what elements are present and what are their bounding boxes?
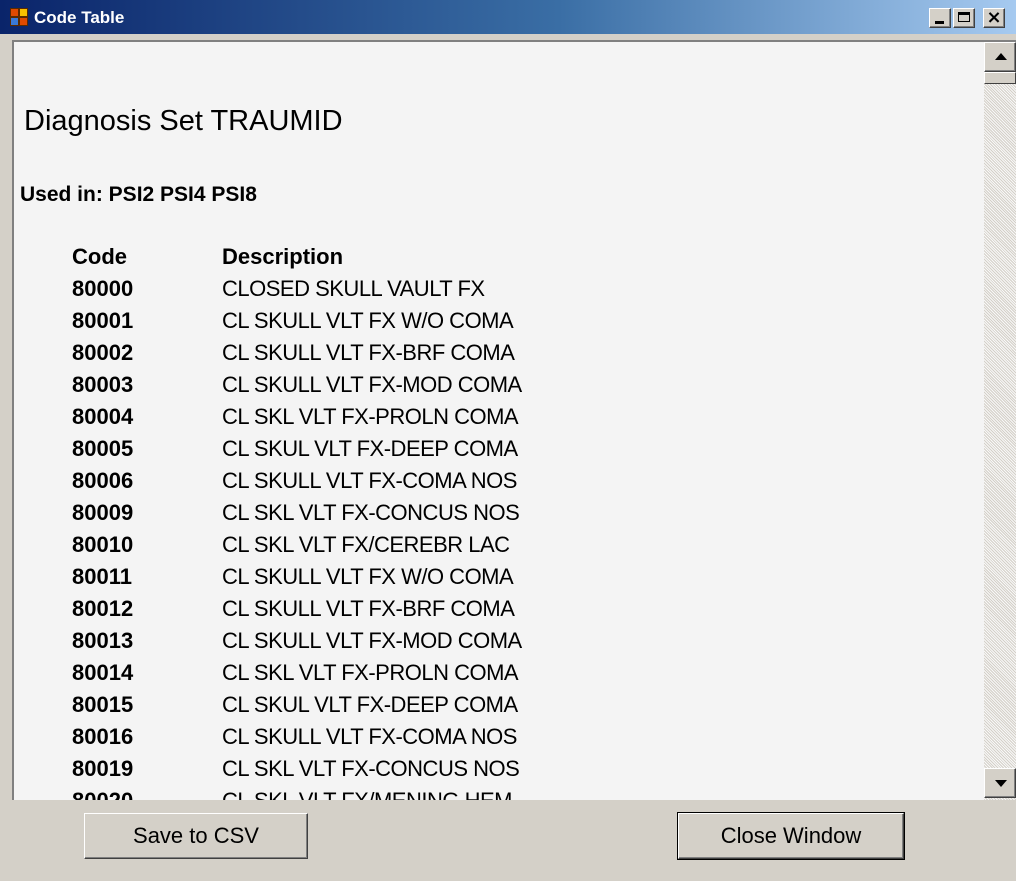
table-row: 80013 CL SKULL VLT FX-MOD COMA [72, 628, 972, 660]
used-in-label: Used in: PSI2 PSI4 PSI8 [20, 183, 257, 206]
row-description: CL SKULL VLT FX W/O COMA [222, 564, 514, 589]
row-code: 80001 [72, 308, 134, 333]
table-row: 80006 CL SKULL VLT FX-COMA NOS [72, 468, 972, 500]
close-icon: × [986, 7, 1002, 28]
row-code: 80015 [72, 692, 134, 717]
row-code: 80009 [72, 500, 134, 525]
row-code: 80000 [72, 276, 134, 301]
table-row: 80016 CL SKULL VLT FX-COMA NOS [72, 724, 972, 756]
save-to-csv-button[interactable]: Save to CSV [84, 813, 308, 859]
row-description: CL SKL VLT FX/MENING HEM [222, 788, 512, 800]
row-code: 80010 [72, 532, 134, 557]
row-code: 80012 [72, 596, 134, 621]
row-code: 80002 [72, 340, 134, 365]
row-code: 80004 [72, 404, 134, 429]
table-row: 80012 CL SKULL VLT FX-BRF COMA [72, 596, 972, 628]
row-code: 80016 [72, 724, 134, 749]
table-row: 80004 CL SKL VLT FX-PROLN COMA [72, 404, 972, 436]
content-scroll-area: Diagnosis Set TRAUMID Used in: PSI2 PSI4… [14, 42, 984, 800]
table-row: 80011 CL SKULL VLT FX W/O COMA [72, 564, 972, 596]
title-bar[interactable]: Code Table × [0, 0, 1016, 34]
code-table-window: Code Table × Diagnosis Set TRAUMID Used … [0, 0, 1016, 881]
scroll-up-button[interactable] [984, 42, 1016, 72]
close-window-bottom-button[interactable]: Close Window [677, 812, 905, 860]
table-row: 80020 CL SKL VLT FX/MENING HEM [72, 788, 972, 800]
row-code: 80020 [72, 788, 133, 800]
table-row: 80019 CL SKL VLT FX-CONCUS NOS [72, 756, 972, 788]
row-description: CL SKL VLT FX-PROLN COMA [222, 404, 519, 429]
row-code: 80006 [72, 468, 134, 493]
table-row: 80002 CL SKULL VLT FX-BRF COMA [72, 340, 972, 372]
row-description: CL SKUL VLT FX-DEEP COMA [222, 436, 518, 461]
row-description: CLOSED SKULL VAULT FX [222, 276, 485, 301]
row-description: CL SKL VLT FX-PROLN COMA [222, 660, 519, 685]
row-code: 80003 [72, 372, 134, 397]
table-row: 80009 CL SKL VLT FX-CONCUS NOS [72, 500, 972, 532]
row-code: 80011 [72, 564, 132, 589]
row-description: CL SKULL VLT FX-MOD COMA [222, 628, 522, 653]
scroll-down-arrow-icon [995, 780, 1007, 787]
row-description: CL SKULL VLT FX W/O COMA [222, 308, 514, 333]
table-row: 80000 CLOSED SKULL VAULT FX [72, 276, 972, 308]
diagnosis-set-heading: Diagnosis Set TRAUMID [24, 105, 343, 137]
table-row: 80014 CL SKL VLT FX-PROLN COMA [72, 660, 972, 692]
table-row: 80015 CL SKUL VLT FX-DEEP COMA [72, 692, 972, 724]
row-description: CL SKULL VLT FX-BRF COMA [222, 596, 515, 621]
scroll-down-button[interactable] [984, 768, 1016, 798]
code-table-content[interactable]: Diagnosis Set TRAUMID Used in: PSI2 PSI4… [12, 40, 1016, 800]
scroll-thumb[interactable] [984, 72, 1016, 84]
table-header-row: Code Description [72, 244, 972, 276]
minimize-button[interactable] [929, 8, 951, 28]
row-description: CL SKULL VLT FX-BRF COMA [222, 340, 515, 365]
close-window-button[interactable]: × [983, 8, 1005, 28]
row-description: CL SKL VLT FX/CEREBR LAC [222, 532, 510, 557]
row-description: CL SKL VLT FX-CONCUS NOS [222, 756, 520, 781]
row-code: 80014 [72, 660, 134, 685]
row-description: CL SKULL VLT FX-MOD COMA [222, 372, 522, 397]
code-column-header: Code [72, 244, 127, 269]
vertical-scrollbar[interactable] [984, 42, 1016, 800]
app-window-icon[interactable] [10, 8, 28, 26]
row-description: CL SKULL VLT FX-COMA NOS [222, 724, 517, 749]
row-description: CL SKUL VLT FX-DEEP COMA [222, 692, 518, 717]
row-description: CL SKULL VLT FX-COMA NOS [222, 468, 517, 493]
code-table: Code Description 80000 CLOSED SKULL VAULT… [72, 244, 972, 800]
table-row: 80003 CL SKULL VLT FX-MOD COMA [72, 372, 972, 404]
table-row: 80001 CL SKULL VLT FX W/O COMA [72, 308, 972, 340]
row-code: 80005 [72, 436, 134, 461]
row-code: 80019 [72, 756, 134, 781]
maximize-icon [958, 12, 970, 22]
window-title: Code Table [34, 8, 125, 27]
maximize-button[interactable] [953, 8, 975, 28]
table-row: 80010 CL SKL VLT FX/CEREBR LAC [72, 532, 972, 564]
minimize-icon [935, 21, 944, 24]
table-row: 80005 CL SKUL VLT FX-DEEP COMA [72, 436, 972, 468]
row-code: 80013 [72, 628, 134, 653]
row-description: CL SKL VLT FX-CONCUS NOS [222, 500, 520, 525]
table-body: 80000 CLOSED SKULL VAULT FX 80001 CL SKULL … [72, 276, 972, 800]
scroll-up-arrow-icon [995, 53, 1007, 60]
description-column-header: Description [222, 244, 344, 269]
